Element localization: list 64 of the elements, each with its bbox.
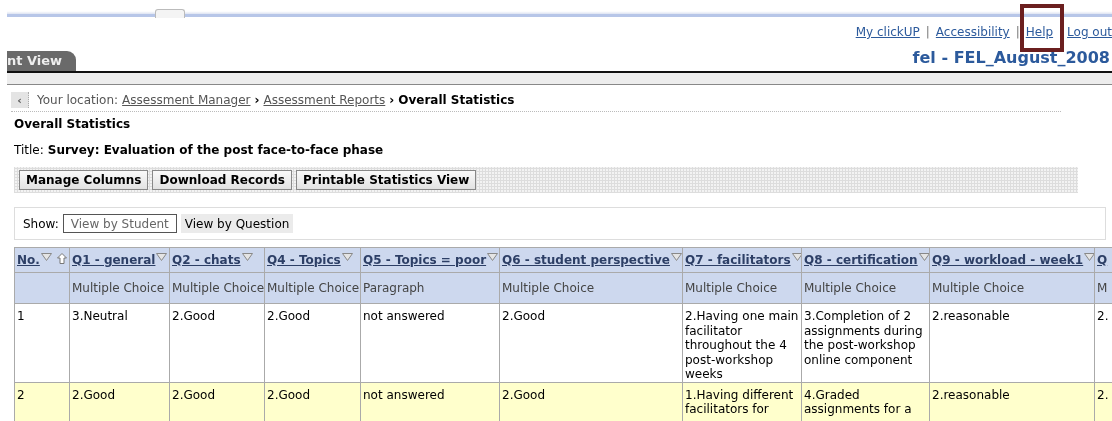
sort-menu-icon[interactable]: [40, 253, 52, 261]
sort-menu-icon[interactable]: [156, 253, 168, 261]
view-option[interactable]: View by Question: [180, 214, 294, 233]
table-cell: 2.reasonable: [932, 309, 1010, 323]
table-cell: 2.reasonable: [932, 387, 1010, 402]
question-type: Multiple Choice: [502, 281, 595, 295]
table-cell: 2: [17, 387, 25, 402]
table-cell: 2.Good: [267, 309, 311, 323]
sort-ascending-icon[interactable]: [56, 252, 67, 264]
breadcrumb-label: Your location:: [37, 93, 119, 107]
header-link[interactable]: Accessibility: [935, 25, 1010, 39]
sort-menu-icon[interactable]: [918, 253, 929, 261]
action-button[interactable]: Manage Columns: [19, 170, 149, 190]
table-cell: not answered: [363, 387, 445, 402]
table-cell: not answered: [363, 309, 445, 323]
breadcrumb-link[interactable]: Assessment Manager: [122, 93, 251, 107]
table-cell: 2.: [1097, 387, 1109, 402]
breadcrumb-separator: ›: [254, 93, 260, 107]
table-cell: 1.Having different facilitators for: [685, 387, 794, 416]
table-cell: 2.Good: [502, 387, 546, 402]
breadcrumb-separator: ›: [389, 93, 395, 107]
table-cell: 3.Completion of 2 assignments during the post-workshop online component: [804, 309, 923, 367]
sort-menu-icon[interactable]: [487, 253, 499, 261]
table-cell: 2.: [1097, 309, 1109, 323]
table-cell: 4.Graded assignments for a: [804, 387, 912, 416]
sort-menu-icon[interactable]: [1084, 253, 1094, 261]
sort-menu-icon[interactable]: [670, 253, 682, 261]
breadcrumb-link[interactable]: Assessment Reports: [263, 93, 386, 107]
question-type: Multiple Choice: [172, 281, 264, 295]
header-link[interactable]: My clickUP: [855, 25, 920, 39]
sort-menu-icon[interactable]: [791, 253, 801, 261]
question-type: Multiple Choice: [267, 281, 360, 295]
action-button[interactable]: Download Records: [152, 170, 292, 190]
tab[interactable]: nt View: [7, 51, 77, 71]
page-title: Overall Statistics: [14, 117, 132, 133]
course-title: fel - FEL_August_2008: [912, 48, 1110, 69]
sort-menu-icon[interactable]: [241, 253, 253, 261]
show-label: Show:: [23, 216, 59, 231]
table-cell: 2.Good: [172, 309, 216, 323]
table-cell: 2.Good: [172, 387, 216, 402]
header-link[interactable]: Log out: [1067, 25, 1112, 39]
table-cell: 2.Good: [502, 309, 546, 323]
question-type: Multiple Choice: [932, 281, 1025, 295]
breadcrumb-current: Overall Statistics: [398, 93, 515, 107]
action-button[interactable]: Printable Statistics View: [295, 170, 477, 190]
browser-tab[interactable]: [155, 9, 185, 18]
sort-menu-icon[interactable]: [341, 253, 353, 261]
table-cell: 2.Good: [267, 387, 311, 402]
separator: |: [925, 25, 930, 39]
collapse-button[interactable]: ‹: [11, 92, 29, 108]
question-type: M: [1097, 281, 1108, 295]
table-cell: 1: [17, 309, 25, 323]
view-option[interactable]: View by Student: [62, 214, 177, 233]
separator: |: [1015, 25, 1020, 39]
header-link[interactable]: Help: [1025, 25, 1054, 39]
title-label: Title:: [14, 143, 44, 157]
table-cell: 3.Neutral: [72, 309, 128, 323]
question-type: Paragraph: [363, 281, 425, 295]
question-type: Multiple Choice: [685, 281, 778, 295]
table-cell: 2.Good: [72, 387, 116, 402]
table-cell: 2.Having one main facilitator throughout the 4 post-workshop weeks: [685, 309, 799, 381]
question-type: Multiple Choice: [804, 281, 897, 295]
survey-title: Survey: Evaluation of the post face-to-face phase: [47, 143, 384, 157]
question-type: Multiple Choice: [72, 281, 165, 295]
